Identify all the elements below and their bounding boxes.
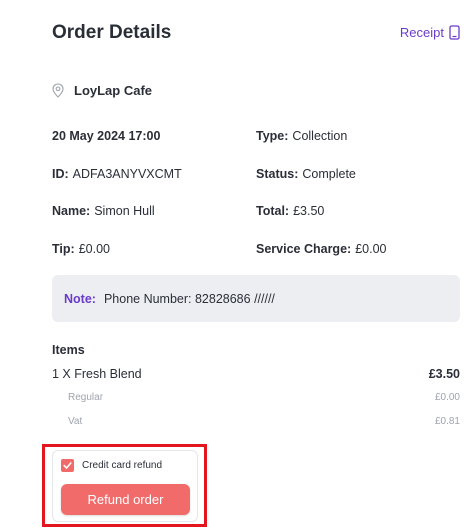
checkbox-label: Credit card refund [82,460,163,471]
order-status: Status: Complete [256,167,356,181]
checkbox-checked-icon[interactable] [61,459,74,472]
item-name: 1 X Fresh Blend [52,367,142,381]
page-title: Order Details [52,22,172,43]
venue-name: LoyLap Cafe [74,83,153,98]
order-id: ID: ADFA3ANYVXCMT [52,167,182,181]
order-header: Order Details Receipt [52,22,462,46]
refund-panel: Credit card refund Refund order [52,450,198,522]
phone-icon [449,25,460,40]
vat-amount: £0.81 [434,416,460,427]
order-note: Note: Phone Number: 82828686 ////// [52,275,460,322]
items-heading: Items [52,343,85,357]
location-pin-icon [52,83,64,98]
receipt-link[interactable]: Receipt [400,25,460,40]
order-total: Total: £3.50 [256,204,325,218]
venue-location: LoyLap Cafe [52,83,152,98]
refund-order-button[interactable]: Refund order [61,484,190,515]
item-price: £3.50 [428,367,460,381]
order-type: Type: Collection [256,129,348,143]
credit-card-refund-checkbox[interactable]: Credit card refund [61,459,162,472]
note-label: Note: [64,291,96,306]
service-charge: Service Charge: £0.00 [256,242,387,256]
customer-name: Name: Simon Hull [52,204,155,218]
receipt-label: Receipt [399,25,444,40]
order-tip: Tip: £0.00 [52,242,110,256]
note-text: Phone Number: 82828686 ////// [103,291,275,306]
modifier-price: £0.00 [434,392,460,403]
order-date: 20 May 2024 17:00 [52,129,161,143]
modifier-name: Regular [68,392,104,403]
vat-label: Vat [68,416,83,427]
